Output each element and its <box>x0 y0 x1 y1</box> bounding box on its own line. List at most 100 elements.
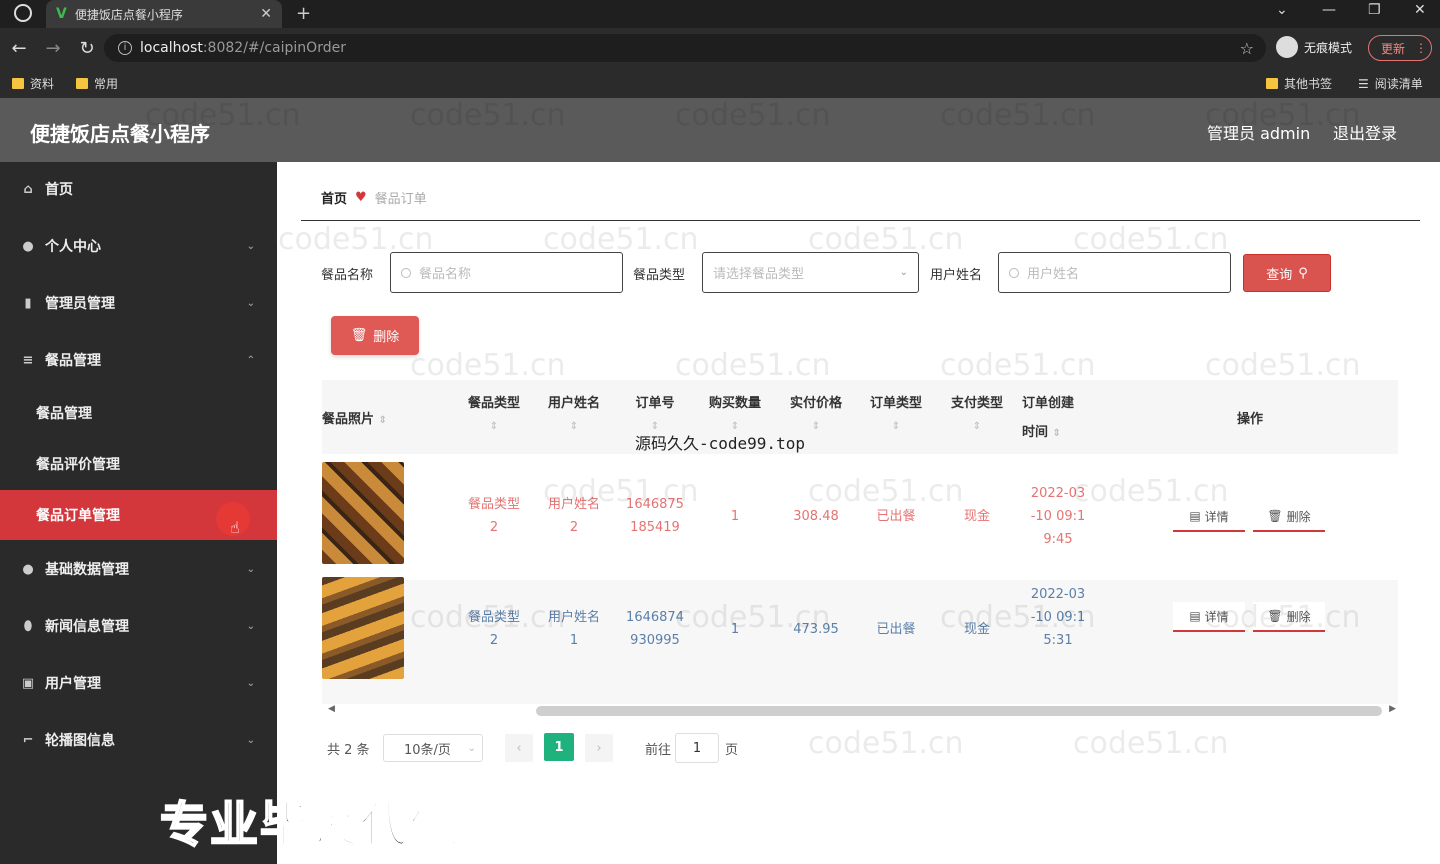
back-icon[interactable]: ← <box>4 38 34 59</box>
bookmark-star-icon[interactable]: ☆ <box>1240 39 1254 58</box>
next-page-button[interactable]: › <box>585 734 613 762</box>
logout-link[interactable]: 退出登录 <box>1333 120 1397 144</box>
tab-close-icon[interactable]: ✕ <box>260 6 272 22</box>
col-actions: 操作 <box>1236 412 1263 427</box>
scroll-right-icon[interactable]: ▶ <box>1389 704 1396 714</box>
chevron-up-icon: ⌃ <box>246 354 255 366</box>
document-icon: ▤ <box>1189 509 1201 523</box>
promo-banner-text: 专业毕设代做 <box>159 796 461 854</box>
reload-icon[interactable]: ↻ <box>72 38 102 59</box>
detail-button[interactable]: ▤ 详情 <box>1173 602 1245 632</box>
col-created-time[interactable]: 订单创建 时间 ⇕ <box>1022 392 1094 440</box>
folder-icon <box>1266 78 1278 89</box>
col-order-no[interactable]: 订单号 ⇕ <box>619 392 691 432</box>
browser-tab[interactable]: V 便捷饭店点餐小程序 ✕ <box>46 0 282 28</box>
cell-order-no: 1646874 930995 <box>626 610 684 648</box>
detail-button[interactable]: ▤ 详情 <box>1173 502 1245 532</box>
hand-cursor-icon: ☝ <box>230 518 240 537</box>
orders-table: 餐品照片 ⇕ 餐品类型 ⇕ 用户姓名 ⇕ 订单号 ⇕ 购买数量 ⇕ 实付价格 ⇕ 订单类型… <box>322 380 1398 710</box>
incognito-badge[interactable]: 无痕模式 <box>1276 36 1352 58</box>
sidebar-item-label: 轮播图信息 <box>45 733 115 749</box>
divider <box>301 220 1420 221</box>
cell-price: 473.95 <box>793 622 839 637</box>
url-input[interactable]: i localhost:8082/#/caipinOrder ☆ <box>104 34 1266 62</box>
url-path: :8082/#/caipinOrder <box>202 40 346 56</box>
col-price[interactable]: 实付价格 ⇕ <box>780 392 852 432</box>
chevron-down-icon: ⌄ <box>246 297 255 309</box>
col-dish-photo[interactable]: 餐品照片 ⇕ <box>322 408 392 427</box>
sidebar-subitem-dish-order[interactable]: 餐品订单管理 ☝ <box>0 490 277 540</box>
goto-label: 前往 <box>645 743 672 758</box>
detail-label: 详情 <box>1204 609 1229 624</box>
trash-icon: 🗑 <box>1267 609 1283 623</box>
pagination-total: 共 2 条 <box>327 743 370 758</box>
minimize-icon[interactable]: — <box>1322 2 1336 18</box>
page-size-select[interactable]: 10条/页 ⌄ <box>383 734 483 762</box>
breadcrumb-home[interactable]: 首页 <box>321 188 347 207</box>
update-button[interactable]: 更新 ⋮ <box>1368 35 1432 61</box>
location-icon: ⬮ <box>23 618 33 634</box>
main-content: 首页 ♥ 餐品订单 餐品名称 餐品名称 餐品类型 请选择餐品类型 ⌄ 用户姓名 … <box>277 162 1440 864</box>
site-info-icon[interactable]: i <box>118 41 132 55</box>
dish-type-label: 餐品类型 <box>633 268 686 283</box>
sidebar-item-users[interactable]: ▣ 用户管理 ⌄ <box>0 658 277 708</box>
cell-order-type: 已出餐 <box>876 509 916 524</box>
dish-name-label: 餐品名称 <box>321 268 374 283</box>
user-name-input[interactable]: 用户姓名 <box>998 252 1231 293</box>
window-close-icon[interactable]: ✕ <box>1414 2 1426 18</box>
detail-label: 详情 <box>1204 509 1229 524</box>
sidebar-item-admin-management[interactable]: ▮ 管理员管理 ⌄ <box>0 278 277 328</box>
sidebar-item-carousel[interactable]: ⌐ 轮播图信息 ⌄ <box>0 715 277 765</box>
reading-list-label: 阅读清单 <box>1374 77 1423 91</box>
sidebar: ⌂ 首页 ● 个人中心 ⌄ ▮ 管理员管理 ⌄ ≡ 餐品管理 ⌃ 餐品管理 餐品… <box>0 162 277 864</box>
scroll-left-icon[interactable]: ◀ <box>328 704 335 714</box>
sidebar-item-news[interactable]: ⬮ 新闻信息管理 ⌄ <box>0 601 277 651</box>
home-icon: ⌂ <box>23 181 33 197</box>
col-pay-type[interactable]: 支付类型 ⇕ <box>941 392 1013 432</box>
sidebar-item-label: 用户管理 <box>45 676 101 692</box>
browser-tabbar: V 便捷饭店点餐小程序 ✕ + ⌄ — ❐ ✕ <box>0 0 1440 28</box>
col-quantity[interactable]: 购买数量 ⇕ <box>699 392 771 432</box>
query-label: 查询 <box>1266 267 1293 283</box>
row-delete-button[interactable]: 🗑 删除 <box>1253 602 1325 632</box>
sidebar-subitem-dish[interactable]: 餐品管理 <box>0 388 277 438</box>
sidebar-item-dish-management[interactable]: ≡ 餐品管理 ⌃ <box>0 335 277 385</box>
reading-list[interactable]: ☰ 阅读清单 <box>1358 75 1423 92</box>
other-bookmarks[interactable]: 其他书签 <box>1266 75 1332 92</box>
horizontal-scrollbar[interactable]: ◀ ▶ <box>322 704 1398 718</box>
col-user-name[interactable]: 用户姓名 ⇕ <box>538 392 610 432</box>
forward-icon[interactable]: → <box>38 38 68 59</box>
col-dish-type[interactable]: 餐品类型 ⇕ <box>458 392 530 432</box>
col-order-type[interactable]: 订单类型 ⇕ <box>860 392 932 432</box>
sidebar-item-basic-data[interactable]: ● 基础数据管理 ⌄ <box>0 544 277 594</box>
page-number-button[interactable]: 1 <box>544 733 574 761</box>
dish-type-select[interactable]: 请选择餐品类型 ⌄ <box>702 252 919 293</box>
dish-name-placeholder: 餐品名称 <box>419 267 472 282</box>
row-delete-button[interactable]: 🗑 删除 <box>1253 502 1325 532</box>
tab-search-icon[interactable]: ⌄ <box>1276 2 1288 18</box>
user-name-placeholder: 用户姓名 <box>1027 267 1080 282</box>
dish-name-input[interactable]: 餐品名称 <box>390 252 623 293</box>
bookmarks-bar: 资料 常用 其他书签 ☰ 阅读清单 <box>0 68 1440 98</box>
sidebar-item-personal-center[interactable]: ● 个人中心 ⌄ <box>0 221 277 271</box>
chevron-down-icon: ⌄ <box>899 267 908 278</box>
scrollbar-thumb[interactable] <box>536 706 1382 716</box>
goto-page-input[interactable]: 1 <box>675 733 719 763</box>
chevron-down-icon: ⌄ <box>246 563 255 575</box>
sidebar-subitem-label: 餐品订单管理 <box>36 508 120 524</box>
restore-icon[interactable]: ❐ <box>1368 2 1381 18</box>
batch-delete-button[interactable]: 🗑 删除 <box>331 316 419 355</box>
new-tab-icon[interactable]: + <box>296 3 311 24</box>
sidebar-subitem-label: 餐品评价管理 <box>36 457 120 473</box>
sidebar-item-label: 基础数据管理 <box>45 562 129 578</box>
query-button[interactable]: 查询 ⚲ <box>1243 254 1331 292</box>
incognito-icon <box>1276 36 1298 58</box>
sort-icon: ⇕ <box>489 421 499 432</box>
sidebar-item-home[interactable]: ⌂ 首页 <box>0 164 277 214</box>
bookmark-label: 常用 <box>94 77 119 91</box>
bookmark-folder-common[interactable]: 常用 <box>76 75 118 92</box>
cell-user-name: 用户姓名 1 <box>547 610 600 648</box>
bookmark-folder-resources[interactable]: 资料 <box>12 75 54 92</box>
prev-page-button[interactable]: ‹ <box>505 734 533 762</box>
sidebar-subitem-dish-review[interactable]: 餐品评价管理 <box>0 439 277 489</box>
